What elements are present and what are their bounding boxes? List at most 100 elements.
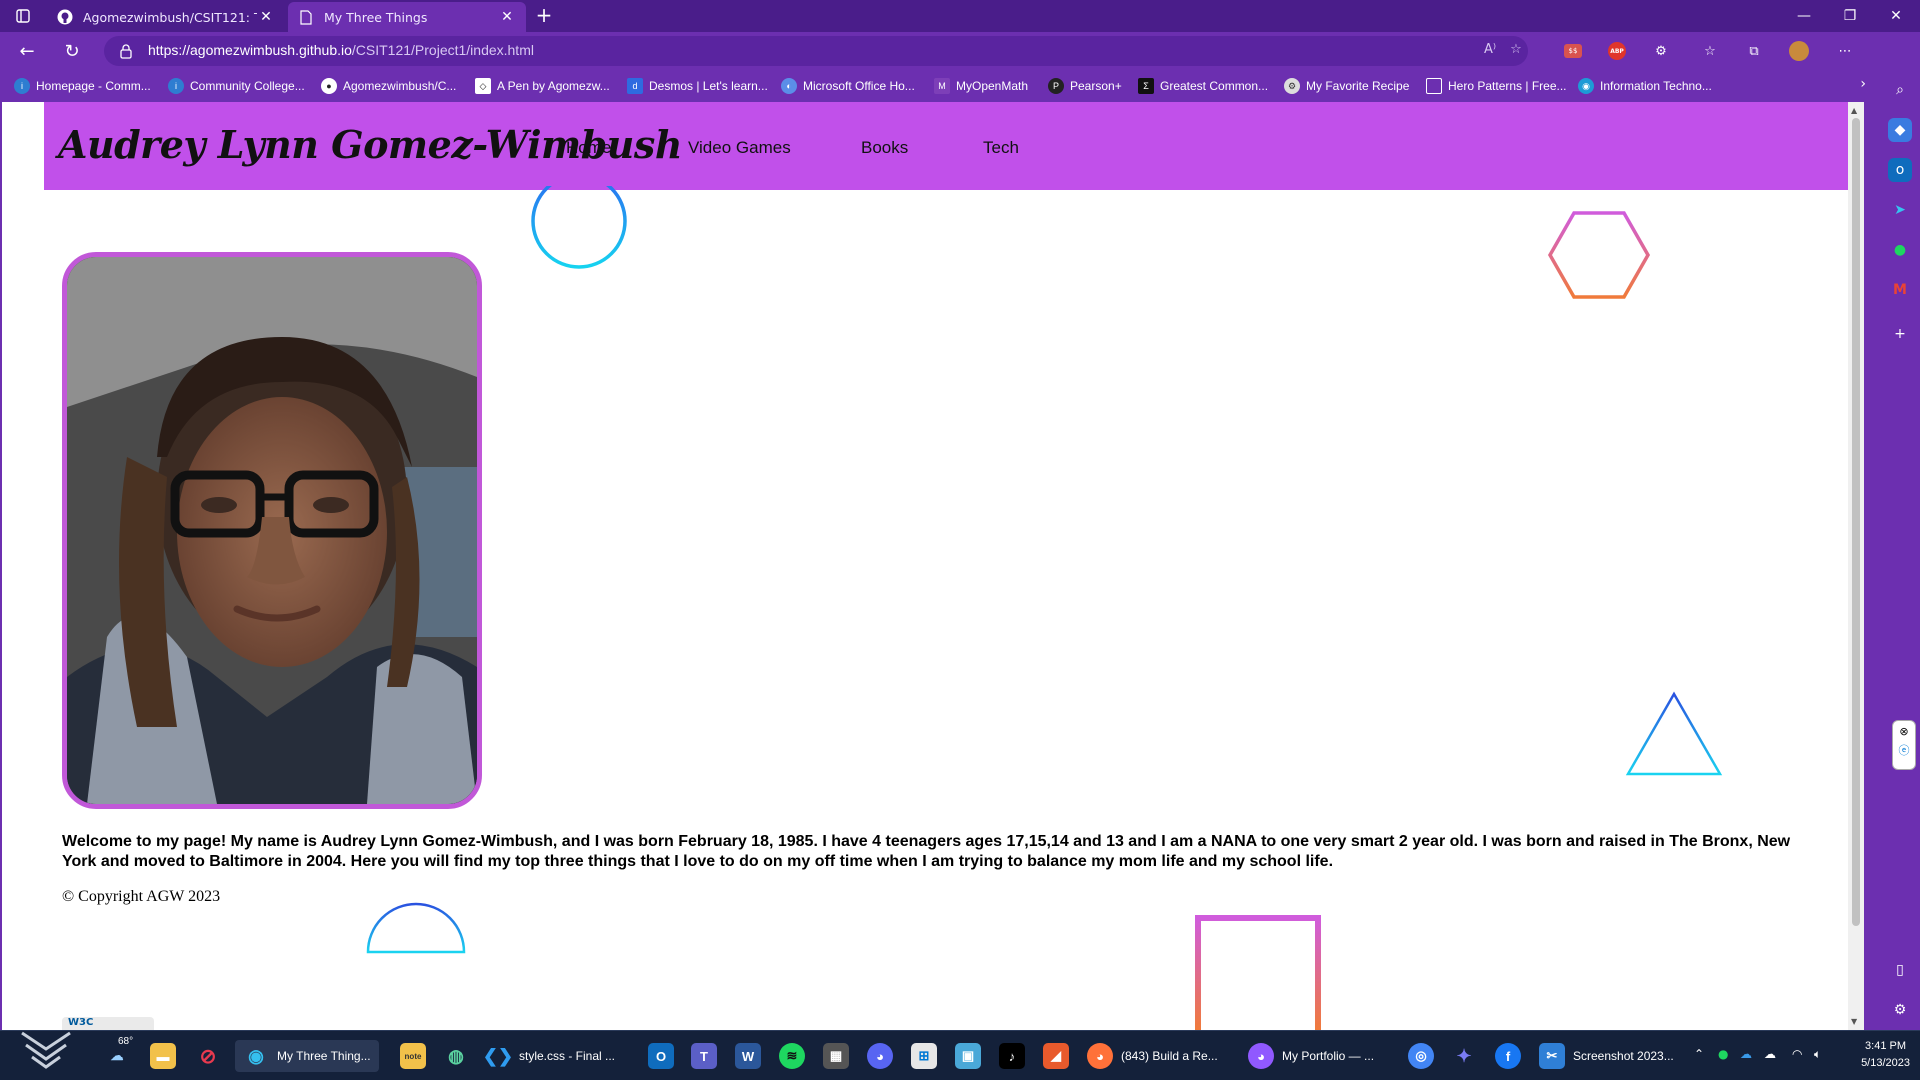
address-bar[interactable]: https://agomezwimbush.github.io/CSIT121/… bbox=[104, 36, 1528, 66]
photos-icon[interactable]: ▣ bbox=[955, 1040, 981, 1072]
page-viewport: Audrey Lynn Gomez-Wimbush Home Video Gam… bbox=[2, 102, 1848, 1030]
sidebar-toggle-icon[interactable]: ▯ bbox=[1888, 958, 1912, 982]
more-icon[interactable]: ⋯ bbox=[1834, 41, 1856, 61]
onedrive-icon[interactable]: ☁ bbox=[1740, 1047, 1752, 1061]
bookmarks-bar: i Homepage - Comm... i Community College..… bbox=[0, 70, 1880, 102]
extensions-icon[interactable]: ⚙ bbox=[1650, 41, 1672, 61]
w3c-badge[interactable]: W3C bbox=[62, 1017, 154, 1030]
scroll-down-icon[interactable]: ▼ bbox=[1851, 1017, 1857, 1026]
myopenmath-icon: M bbox=[934, 78, 950, 94]
nav-video-games[interactable]: Video Games bbox=[688, 138, 791, 158]
read-aloud-icon[interactable]: A⁾ bbox=[1480, 42, 1500, 60]
restore-icon[interactable]: ❐ bbox=[1827, 0, 1873, 32]
bookmark-item[interactable]: P Pearson+ bbox=[1048, 76, 1122, 96]
sigma-icon: Σ bbox=[1138, 78, 1154, 94]
scroll-up-icon[interactable]: ▲ bbox=[1851, 106, 1857, 115]
chevron-right-icon[interactable]: › bbox=[1860, 76, 1866, 92]
sticky-notes-icon[interactable]: note bbox=[400, 1040, 426, 1072]
tab-title: My Three Things bbox=[324, 9, 428, 25]
bookmark-item[interactable]: ⚙ My Favorite Recipe bbox=[1284, 76, 1409, 96]
spotify-tray-icon[interactable]: ● bbox=[1718, 1047, 1728, 1061]
spotify-icon[interactable]: ≋ bbox=[779, 1040, 805, 1072]
adblock-icon[interactable]: ABP bbox=[1606, 41, 1628, 61]
calculator-icon[interactable]: ▦ bbox=[823, 1040, 849, 1072]
outlook-icon[interactable]: o bbox=[1888, 158, 1912, 182]
browser-toolbar: ← ↻ https://agomezwimbush.github.io/CSIT… bbox=[0, 32, 1880, 70]
chrome-icon[interactable]: ◎ bbox=[1408, 1040, 1434, 1072]
taskbar-item-snip[interactable]: ✂ Screenshot 2023... bbox=[1539, 1040, 1674, 1072]
bookmark-item[interactable]: ◇ A Pen by Agomezw... bbox=[475, 76, 610, 96]
globe-app-icon[interactable]: ◍ bbox=[443, 1040, 469, 1072]
square-shape bbox=[1195, 915, 1321, 1030]
bookmark-item[interactable]: M MyOpenMath bbox=[934, 76, 1028, 96]
favorite-add-icon[interactable]: ☆ bbox=[1506, 42, 1526, 60]
file-explorer-icon[interactable]: ▬ bbox=[150, 1040, 176, 1072]
new-tab-button[interactable]: + bbox=[531, 4, 557, 28]
nav-home[interactable]: Home bbox=[566, 138, 611, 158]
cloud-tray-icon[interactable]: ☁ bbox=[1764, 1047, 1776, 1061]
tab-actions-icon[interactable] bbox=[8, 3, 38, 29]
close-window-icon[interactable]: ✕ bbox=[1873, 0, 1919, 32]
word-icon[interactable]: W bbox=[735, 1040, 761, 1072]
bookmark-item[interactable]: i Homepage - Comm... bbox=[14, 76, 151, 96]
bookmark-item[interactable]: ● Agomezwimbush/C... bbox=[321, 76, 456, 96]
weather-widget[interactable]: ☁ 68° bbox=[104, 1036, 134, 1072]
store-icon[interactable]: ⊞ bbox=[911, 1040, 937, 1072]
telegram-icon[interactable]: ➤ bbox=[1888, 198, 1912, 222]
settings-icon[interactable]: ⚙ bbox=[1888, 998, 1912, 1022]
tiktok-icon[interactable]: ♪ bbox=[999, 1040, 1025, 1072]
ext-coupon-icon[interactable]: $$ bbox=[1562, 41, 1584, 61]
taskbar-label: My Portfolio — ... bbox=[1282, 1049, 1375, 1063]
taskbar-item-firefox[interactable]: ◕ (843) Build a Re... bbox=[1087, 1040, 1218, 1072]
nav-books[interactable]: Books bbox=[861, 138, 908, 158]
page-scrollbar[interactable]: ▲ ▼ bbox=[1848, 102, 1864, 1030]
taskbar-item-firefox-dev[interactable]: ◕ My Portfolio — ... bbox=[1248, 1040, 1374, 1072]
facebook-icon[interactable]: f bbox=[1495, 1040, 1521, 1072]
spotify-icon[interactable]: ● bbox=[1888, 238, 1912, 262]
gmail-icon[interactable]: M bbox=[1888, 278, 1912, 302]
bookmark-item[interactable]: Σ Greatest Common... bbox=[1138, 76, 1268, 96]
tab-my-three-things[interactable]: My Three Things ✕ bbox=[288, 2, 526, 32]
firefox-icon: ◕ bbox=[1087, 1043, 1113, 1069]
bookmark-item[interactable]: d Desmos | Let's learn... bbox=[627, 76, 768, 96]
collections-icon[interactable]: ⧉ bbox=[1743, 41, 1765, 61]
game-controller-icon[interactable]: ✦ bbox=[1451, 1040, 1477, 1072]
taskbar-item-vscode[interactable]: ❮❯ style.css - Final ... bbox=[483, 1040, 615, 1072]
bookmark-item[interactable]: i Community College... bbox=[168, 76, 305, 96]
add-icon[interactable]: + bbox=[1888, 322, 1912, 346]
bookmark-item[interactable]: ◉ Information Techno... bbox=[1578, 76, 1712, 96]
outlook-icon[interactable]: O bbox=[648, 1040, 674, 1072]
taskbar: ☁ 68° ▬ ⊘ ◉ My Three Thing... note ◍ ❮❯ … bbox=[0, 1030, 1920, 1080]
app-red-icon[interactable]: ⊘ bbox=[195, 1040, 221, 1072]
close-icon[interactable]: ⊗ bbox=[1893, 725, 1915, 738]
app-orange-icon[interactable]: ◢ bbox=[1043, 1040, 1069, 1072]
close-tab-icon[interactable]: ✕ bbox=[257, 9, 275, 25]
wifi-icon[interactable]: ◠ bbox=[1792, 1047, 1802, 1061]
discord-icon[interactable]: ◕ bbox=[867, 1040, 893, 1072]
teams-icon[interactable]: T bbox=[691, 1040, 717, 1072]
bookmark-item[interactable]: ◐ Microsoft Office Ho... bbox=[781, 76, 915, 96]
edge-widget-icon[interactable]: ⓔ bbox=[1893, 742, 1915, 758]
volume-icon[interactable]: 🔈︎ bbox=[1814, 1047, 1821, 1062]
back-button[interactable]: ← bbox=[11, 37, 43, 65]
close-tab-icon[interactable]: ✕ bbox=[498, 9, 516, 25]
taskbar-item-edge[interactable]: ◉ My Three Thing... bbox=[235, 1040, 379, 1072]
sidebar-app-icon[interactable]: ◆ bbox=[1888, 118, 1912, 142]
profile-avatar[interactable] bbox=[1788, 41, 1810, 61]
tab-github[interactable]: Agomezwimbush/CSIT121: This i ✕ bbox=[47, 2, 285, 32]
minimize-icon[interactable]: — bbox=[1781, 0, 1827, 32]
refresh-button[interactable]: ↻ bbox=[56, 37, 88, 65]
edge-sidebar: ⌕ ◆ o ➤ ● M + ▯ ⚙ bbox=[1880, 32, 1920, 1030]
nav-tech[interactable]: Tech bbox=[983, 138, 1019, 158]
search-icon[interactable]: ⌕ bbox=[1888, 78, 1912, 102]
lock-icon[interactable] bbox=[118, 43, 134, 59]
bookmark-item[interactable]: Hero Patterns | Free... bbox=[1426, 76, 1567, 96]
favorites-icon[interactable]: ☆ bbox=[1699, 41, 1721, 61]
firefox-dev-icon: ◕ bbox=[1248, 1043, 1274, 1069]
start-chevron-icon[interactable] bbox=[18, 1031, 74, 1069]
chevron-up-icon[interactable]: ⌃ bbox=[1694, 1047, 1704, 1061]
scroll-thumb[interactable] bbox=[1852, 118, 1860, 926]
clock[interactable]: 3:41 PM 5/13/2023 bbox=[1861, 1038, 1910, 1072]
tab-strip: Agomezwimbush/CSIT121: This i ✕ My Three… bbox=[0, 0, 1920, 32]
floating-widget[interactable]: ⊗ ⓔ bbox=[1892, 720, 1916, 770]
